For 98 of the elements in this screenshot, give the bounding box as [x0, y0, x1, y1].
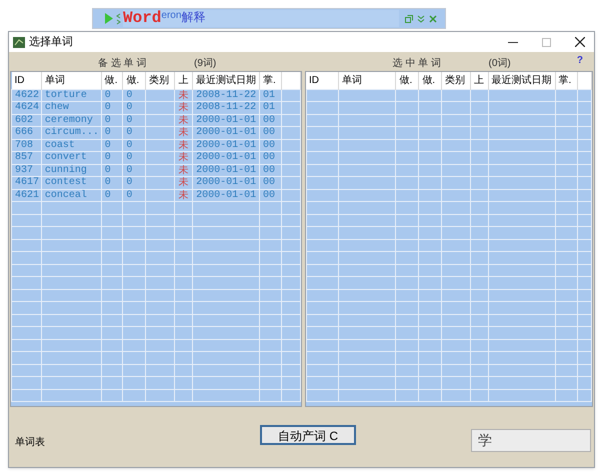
table-cell: 0 — [101, 139, 123, 152]
column-header[interactable]: 做. — [122, 72, 146, 89]
table-cell: 0 — [122, 152, 146, 164]
table-cell: circum... — [41, 126, 102, 139]
table-cell: 00 — [259, 114, 282, 126]
table-cell: 602 — [12, 114, 42, 126]
table-cell: 0 — [122, 114, 146, 126]
table-cell: 4624 — [12, 102, 42, 114]
table-cell: coast — [41, 139, 102, 152]
restore-icon[interactable] — [405, 14, 413, 22]
table-cell: 0 — [101, 89, 123, 102]
panel-title: 备 选 单 词 — [98, 56, 146, 70]
table-cell: 00 — [259, 189, 282, 202]
table-cell: 4617 — [12, 176, 42, 189]
table-cell: 2008-11-22 — [192, 102, 260, 114]
toolbar-title: 解释 — [181, 10, 206, 25]
table-cell: 0 — [122, 139, 146, 152]
table-cell: torture — [41, 89, 102, 102]
table-cell: 00 — [259, 152, 282, 164]
table-cell: 2000-01-01 — [192, 189, 260, 202]
table-cell: 01 — [259, 102, 282, 114]
column-header[interactable]: 做. — [418, 72, 442, 89]
status-label: 单词表 — [15, 436, 45, 450]
table-cell: 2000-01-01 — [192, 139, 260, 152]
auto-generate-button[interactable]: 自动产词 C — [260, 425, 356, 445]
table-cell: 0 — [101, 126, 123, 139]
column-header[interactable]: 最近测试日期 — [192, 72, 260, 89]
table-cell: 0 — [101, 102, 123, 114]
table-cell: 0 — [122, 102, 146, 114]
table-cell: 0 — [101, 189, 123, 202]
arrows-icon[interactable] — [116, 12, 121, 24]
double-chevron-icon[interactable] — [417, 14, 425, 22]
table-cell: 00 — [259, 126, 282, 139]
column-header[interactable]: 做. — [101, 72, 123, 89]
table-cell: convert — [41, 152, 102, 164]
table-cell: 未 — [174, 139, 193, 152]
table-cell: 0 — [122, 126, 146, 139]
table-cell: 2000-01-01 — [192, 176, 260, 189]
table-cell: 708 — [12, 139, 42, 152]
table-cell: 未 — [174, 164, 193, 176]
table-cell: ceremony — [41, 114, 102, 126]
column-header[interactable]: ID — [306, 72, 338, 89]
table-cell: 0 — [122, 176, 146, 189]
table-cell: 0 — [101, 152, 123, 164]
column-header[interactable]: 类别 — [442, 72, 470, 89]
table-cell: 未 — [174, 152, 193, 164]
table-cell: 666 — [12, 126, 42, 139]
column-header[interactable]: 类别 — [145, 72, 175, 89]
table-cell: 0 — [101, 164, 123, 176]
table-cell: contest — [41, 176, 102, 189]
panel-title: 选 中 单 词 — [392, 56, 441, 70]
column-header[interactable]: 掌. — [259, 72, 282, 89]
table-cell: 00 — [259, 176, 282, 189]
table-cell: 未 — [174, 126, 193, 139]
table-cell: 2000-01-01 — [192, 164, 260, 176]
table-cell: 未 — [174, 102, 193, 114]
study-button[interactable]: 学 — [471, 429, 591, 452]
table-cell: 未 — [174, 176, 193, 189]
column-header[interactable]: 上 — [174, 72, 193, 89]
app-icon — [13, 36, 25, 48]
table-cell: 00 — [259, 139, 282, 152]
table-cell: 2000-01-01 — [192, 152, 260, 164]
column-header[interactable]: 单词 — [338, 72, 396, 89]
table-cell: 2008-11-22 — [192, 89, 260, 102]
table-cell: 01 — [259, 89, 282, 102]
table-cell: cunning — [41, 164, 102, 176]
table-cell: 0 — [101, 176, 123, 189]
table-cell: chew — [41, 102, 102, 114]
window-title: 选择单词 — [29, 34, 73, 50]
maximize-icon — [542, 38, 551, 46]
table-cell: 2000-01-01 — [192, 114, 260, 126]
column-header[interactable]: 单词 — [41, 72, 102, 89]
table-cell: 未 — [174, 114, 193, 126]
help-link[interactable]: ? — [576, 53, 583, 68]
table-cell: 857 — [12, 152, 42, 164]
column-header[interactable]: 做. — [396, 72, 419, 89]
column-header[interactable]: 最近测试日期 — [488, 72, 556, 89]
column-header[interactable]: 掌. — [555, 72, 578, 89]
word-count: (9词) — [194, 56, 216, 70]
close-icon[interactable] — [575, 37, 585, 47]
word-count: (0词) — [488, 56, 511, 70]
table-cell: 00 — [259, 164, 282, 176]
column-header[interactable]: 上 — [470, 72, 488, 89]
column-header[interactable]: ID — [12, 72, 42, 89]
table-cell: 937 — [12, 164, 42, 176]
table-cell: 0 — [101, 114, 123, 126]
table-cell: 4622 — [12, 89, 42, 102]
table-cell: conceal — [41, 189, 102, 202]
play-icon[interactable] — [105, 13, 113, 24]
table-cell: 未 — [174, 189, 193, 202]
logo-suffix: eron — [161, 10, 182, 21]
table-cell: 4621 — [12, 189, 42, 202]
table-cell: 0 — [122, 164, 146, 176]
table-cell: 0 — [122, 189, 146, 202]
table-cell: 2000-01-01 — [192, 126, 260, 139]
table-cell: 未 — [174, 89, 193, 102]
table-cell: 0 — [122, 89, 146, 102]
logo-text: Word — [123, 10, 162, 27]
